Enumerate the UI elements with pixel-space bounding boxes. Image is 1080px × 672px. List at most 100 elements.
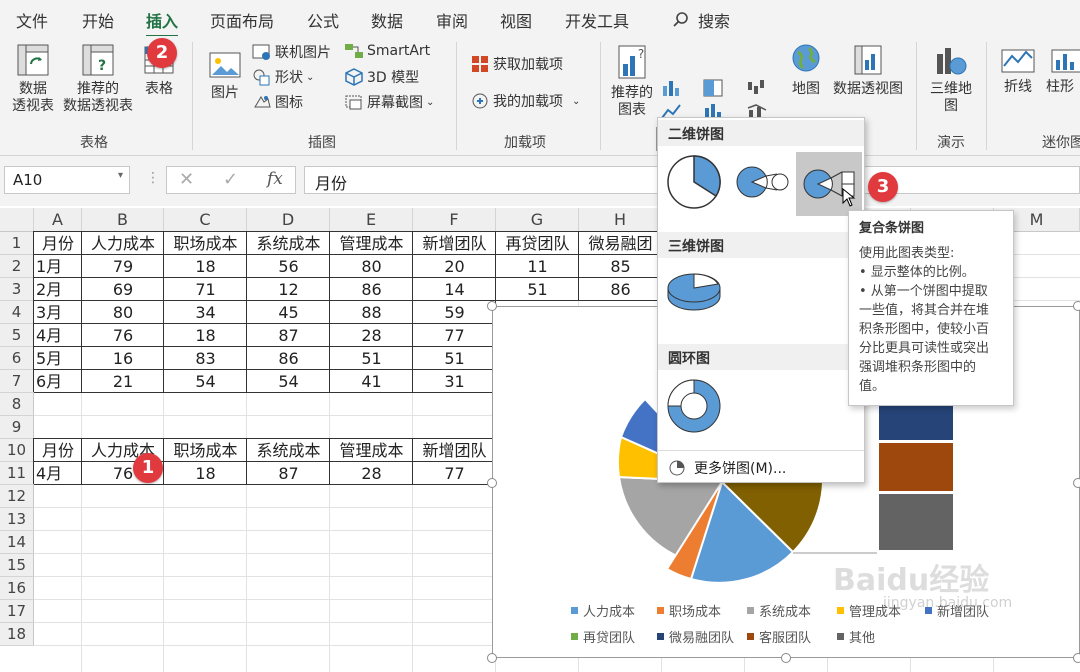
column-header[interactable]: A	[34, 208, 82, 232]
table-cell[interactable]: 54	[249, 370, 328, 393]
maps-button[interactable]: 地图	[786, 42, 826, 98]
resize-handle[interactable]	[1073, 478, 1080, 488]
3d-model-button[interactable]: 3D 模型	[344, 67, 419, 87]
row-header[interactable]: 10	[0, 439, 34, 462]
legend-item[interactable]: 再贷团队	[571, 627, 635, 646]
table-cell[interactable]: 86	[249, 347, 328, 370]
tab-insert[interactable]: 插入	[146, 8, 179, 38]
row-header[interactable]: 16	[0, 577, 34, 600]
table-cell[interactable]: 新增团队	[415, 232, 494, 255]
table-cell[interactable]: 71	[166, 278, 245, 301]
table-cell[interactable]: 月份	[36, 232, 80, 255]
table-cell[interactable]: 86	[581, 278, 660, 301]
online-picture-button[interactable]: 联机图片	[252, 42, 331, 62]
pie-2d-option[interactable]	[664, 152, 724, 212]
table-cell[interactable]: 4月	[36, 324, 80, 347]
table-cell[interactable]: 职场成本	[166, 439, 245, 462]
table-cell[interactable]: 51	[415, 347, 494, 370]
row-header[interactable]: 13	[0, 508, 34, 531]
my-addins-button[interactable]: 我的加载项 ⌄	[470, 91, 580, 111]
table-cell[interactable]: 21	[84, 370, 162, 393]
table-cell[interactable]: 31	[415, 370, 494, 393]
select-all-corner[interactable]	[0, 208, 34, 232]
tab-developer[interactable]: 开发工具	[565, 8, 629, 32]
legend-item[interactable]: 客服团队	[747, 627, 811, 646]
tab-home[interactable]: 开始	[82, 8, 114, 32]
shapes-button[interactable]: 形状 ⌄	[252, 67, 314, 87]
table-cell[interactable]: 18	[166, 255, 245, 278]
column-header[interactable]: G	[496, 208, 579, 232]
waterfall-chart-icon[interactable]	[746, 78, 768, 98]
pivot-table-button[interactable]: 数据 透视表	[8, 42, 58, 115]
search-box[interactable]: 搜索	[672, 8, 730, 32]
table-cell[interactable]: 79	[84, 255, 162, 278]
table-cell[interactable]: 18	[166, 324, 245, 347]
hierarchy-chart-icon[interactable]	[702, 78, 724, 98]
cancel-icon[interactable]: ✕	[179, 169, 194, 190]
table-cell[interactable]: 系统成本	[249, 232, 328, 255]
table-cell[interactable]: 51	[332, 347, 411, 370]
column-header[interactable]: F	[413, 208, 496, 232]
table-cell[interactable]: 新增团队	[415, 439, 494, 462]
tab-file[interactable]: 文件	[16, 8, 48, 32]
resize-handle[interactable]	[1073, 301, 1080, 311]
resize-handle[interactable]	[487, 653, 497, 663]
column-header[interactable]: C	[164, 208, 247, 232]
3d-map-button[interactable]: 三维地 图	[926, 42, 976, 115]
table-cell[interactable]: 18	[166, 462, 245, 485]
row-header[interactable]: 14	[0, 531, 34, 554]
resize-handle[interactable]	[487, 301, 497, 311]
row-header[interactable]: 15	[0, 554, 34, 577]
row-header[interactable]: 7	[0, 370, 34, 393]
table-cell[interactable]: 34	[166, 301, 245, 324]
smartart-button[interactable]: SmartArt	[344, 42, 430, 60]
row-header[interactable]: 12	[0, 485, 34, 508]
table-cell[interactable]: 28	[332, 324, 411, 347]
column-chart-icon[interactable]	[660, 78, 682, 98]
row-header[interactable]: 2	[0, 255, 34, 278]
table-cell[interactable]: 77	[415, 462, 494, 485]
name-box[interactable]: A10 ▾	[4, 166, 130, 194]
tab-review[interactable]: 审阅	[436, 8, 468, 32]
more-pie-charts-item[interactable]: 更多饼图(M)...	[668, 458, 786, 478]
tab-data[interactable]: 数据	[371, 8, 403, 32]
row-header[interactable]: 4	[0, 301, 34, 324]
table-cell[interactable]: 5月	[36, 347, 80, 370]
table-cell[interactable]: 45	[249, 301, 328, 324]
row-header[interactable]: 18	[0, 623, 34, 646]
table-cell[interactable]: 87	[249, 462, 328, 485]
screenshot-button[interactable]: 屏幕截图 ⌄	[344, 92, 434, 112]
tab-page-layout[interactable]: 页面布局	[210, 8, 274, 32]
table-cell[interactable]: 2月	[36, 278, 80, 301]
row-header[interactable]: 11	[0, 462, 34, 485]
row-header[interactable]: 6	[0, 347, 34, 370]
tab-view[interactable]: 视图	[500, 8, 532, 32]
table-cell[interactable]: 12	[249, 278, 328, 301]
sparkline-line-button[interactable]: 折线	[996, 46, 1040, 96]
table-cell[interactable]: 11	[498, 255, 577, 278]
table-cell[interactable]: 80	[332, 255, 411, 278]
picture-button[interactable]: 图片	[204, 50, 246, 102]
table-cell[interactable]: 54	[166, 370, 245, 393]
table-cell[interactable]: 28	[332, 462, 411, 485]
icons-button[interactable]: 图标	[252, 92, 303, 112]
column-header[interactable]: B	[82, 208, 164, 232]
row-header[interactable]: 3	[0, 278, 34, 301]
row-header[interactable]: 1	[0, 232, 34, 255]
column-header[interactable]: E	[330, 208, 413, 232]
table-cell[interactable]: 20	[415, 255, 494, 278]
insert-function-icon[interactable]: fx	[267, 169, 283, 189]
donut-option[interactable]	[664, 376, 724, 436]
column-header[interactable]: D	[247, 208, 330, 232]
table-cell[interactable]: 56	[249, 255, 328, 278]
table-cell[interactable]: 3月	[36, 301, 80, 324]
table-cell[interactable]: 职场成本	[166, 232, 245, 255]
resize-handle[interactable]	[487, 478, 497, 488]
table-cell[interactable]: 再贷团队	[498, 232, 577, 255]
pie-of-pie-option[interactable]	[732, 162, 794, 202]
column-header[interactable]: H	[579, 208, 662, 232]
legend-item[interactable]: 人力成本	[571, 601, 635, 620]
legend-item[interactable]: 系统成本	[747, 601, 811, 620]
table-cell[interactable]: 人力成本	[84, 232, 162, 255]
table-cell[interactable]: 管理成本	[332, 439, 411, 462]
